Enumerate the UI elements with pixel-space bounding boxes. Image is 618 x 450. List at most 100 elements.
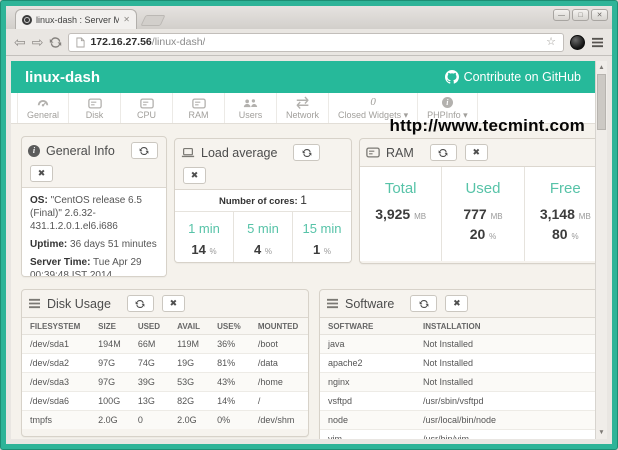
close-window-button[interactable]: ✕: [591, 9, 608, 21]
table-row: nginxNot Installed: [320, 373, 606, 392]
refresh-button[interactable]: [430, 144, 457, 161]
closed-widgets-count: 0: [370, 97, 376, 109]
maximize-button[interactable]: □: [572, 9, 589, 21]
close-icon[interactable]: ✖: [183, 167, 206, 184]
disk-usage-table: FILESYSTEMSIZE USEDAVAIL USE%MOUNTED /de…: [22, 318, 308, 429]
general-info-body: OS: "CentOS release 6.5 (Final)" 2.6.32-…: [22, 187, 166, 277]
scroll-down-arrow-icon[interactable]: ▼: [596, 427, 607, 438]
browser-menu-icon[interactable]: [591, 37, 604, 48]
table-row: /dev/sda1194M66M119M36%/boot: [22, 335, 308, 354]
laptop-icon: [181, 147, 195, 158]
nav-item-ram[interactable]: RAM: [173, 93, 225, 123]
widget-ram: RAM ✖ Total 3,925 MB Used: [359, 138, 607, 264]
cores-row: Number of cores: 1: [175, 190, 351, 212]
table-row: javaNot Installed: [320, 335, 606, 354]
widget-title: Software: [345, 297, 394, 311]
watermark-text: http://www.tecmint.com: [390, 116, 586, 136]
widget-header: RAM ✖: [360, 139, 606, 166]
nav-item-disk[interactable]: Disk: [69, 93, 121, 123]
nav-item-general[interactable]: General: [17, 93, 69, 123]
refresh-button[interactable]: [293, 144, 320, 161]
general-info-field: Uptime: 36 days 51 minutes: [30, 238, 158, 251]
disk-icon: [88, 97, 102, 109]
network-icon: ⇄: [296, 97, 309, 109]
disk-usage-body: FILESYSTEMSIZE USEDAVAIL USE%MOUNTED /de…: [22, 317, 308, 429]
list-icon: [28, 298, 41, 309]
info-circle-icon: i: [28, 145, 40, 157]
back-button[interactable]: ⇦: [14, 35, 26, 49]
nav-label: Disk: [86, 110, 104, 120]
github-label: Contribute on GitHub: [464, 70, 581, 84]
ram-icon: [192, 97, 206, 109]
bookmark-star-icon[interactable]: ☆: [546, 37, 556, 48]
users-icon: [243, 97, 258, 109]
widget-title: RAM: [386, 146, 414, 160]
ram-column-free: Free 3,148 MB 80 %: [524, 167, 606, 261]
browser-chrome: linux-dash : Server Mon ✕ — □ ✕ ⇦ ⇨ 172.…: [6, 6, 612, 444]
minimize-button[interactable]: —: [553, 9, 570, 21]
url-bar[interactable]: 172.16.27.56/linux-dash/ ☆: [68, 33, 564, 52]
reload-button[interactable]: [49, 36, 62, 49]
refresh-button[interactable]: [410, 295, 437, 312]
table-row: /dev/sda297G74G19G81%/data: [22, 354, 308, 373]
table-row: /dev/sda6100G13G82G14%/: [22, 392, 308, 411]
widget-title: General Info: [46, 144, 115, 158]
nav-label: RAM: [189, 110, 209, 120]
widget-load-average: Load average ✖ Number of cores: 1 1 min …: [174, 138, 352, 263]
cpu-icon: [140, 97, 154, 109]
tab-favicon-icon: [22, 15, 32, 25]
close-icon[interactable]: ✖: [30, 165, 53, 182]
new-tab-button[interactable]: [140, 15, 165, 26]
general-info-field: Server Time: Tue Apr 29 00:39:48 IST 201…: [30, 256, 158, 277]
table-row: /dev/sda397G39G53G43%/home: [22, 373, 308, 392]
table-row: node/usr/local/bin/node: [320, 411, 606, 430]
widget-header: Load average ✖: [175, 139, 351, 189]
load-column-5min: 5 min 4 % 0.04: [233, 212, 292, 263]
tab-close-icon[interactable]: ✕: [123, 15, 130, 24]
nav-item-cpu[interactable]: CPU: [121, 93, 173, 123]
forward-button[interactable]: ⇨: [32, 35, 44, 49]
dashboard-icon: [36, 97, 50, 109]
table-row: vsftpd/usr/sbin/vsftpd: [320, 392, 606, 411]
widget-software: Software ✖ SOFTWARE INSTALLATION: [319, 289, 607, 439]
nav-label: Network: [286, 110, 319, 120]
refresh-button[interactable]: [127, 295, 154, 312]
close-icon[interactable]: ✖: [445, 295, 468, 312]
page-content: linux-dash Contribute on GitHub General: [11, 61, 595, 439]
scrollbar-thumb[interactable]: [597, 74, 606, 130]
table-row: tmpfs2.0G02.0G0%/dev/shm: [22, 411, 308, 430]
ram-column-total: Total 3,925 MB: [360, 167, 441, 261]
widget-title: Load average: [201, 146, 277, 160]
page-scrollbar[interactable]: ▲ ▼: [595, 61, 607, 439]
nav-item-users[interactable]: Users: [225, 93, 277, 123]
general-info-field: OS: "CentOS release 6.5 (Final)" 2.6.32-…: [30, 194, 158, 233]
browser-tab[interactable]: linux-dash : Server Mon ✕: [15, 9, 137, 29]
table-row: apache2Not Installed: [320, 354, 606, 373]
page-viewport: linux-dash Contribute on GitHub General: [11, 61, 607, 439]
url-path: /linux-dash/: [152, 36, 206, 48]
github-link[interactable]: Contribute on GitHub: [445, 70, 581, 84]
ram-body: Total 3,925 MB Used 777 MB 20 % Free 3,1…: [360, 166, 606, 261]
profile-icon[interactable]: [570, 35, 585, 50]
refresh-button[interactable]: [131, 142, 158, 159]
nav-item-network[interactable]: ⇄ Network: [277, 93, 329, 123]
browser-titlebar: linux-dash : Server Mon ✕ — □ ✕: [6, 6, 612, 29]
widget-header: Software ✖: [320, 290, 606, 317]
load-column-15min: 15 min 1 % 0.01: [292, 212, 351, 263]
nav-label: General: [27, 110, 59, 120]
close-icon[interactable]: ✖: [162, 295, 185, 312]
window-controls: — □ ✕: [553, 9, 608, 21]
software-body: SOFTWARE INSTALLATION javaNot Installed …: [320, 317, 606, 439]
widget-disk-usage: Disk Usage ✖ FILESYSTEMSIZE USEDAVAIL US…: [21, 289, 309, 437]
widget-header: Disk Usage ✖: [22, 290, 308, 317]
load-average-body: Number of cores: 1 1 min 14 % 0.14 5 min…: [175, 189, 351, 263]
widget-general-info: i General Info ✖ OS: "CentOS release 6.5…: [21, 136, 167, 277]
github-icon: [445, 70, 459, 84]
app-title: linux-dash: [25, 69, 100, 86]
scroll-up-arrow-icon[interactable]: ▲: [596, 62, 607, 73]
list-icon: [326, 298, 339, 309]
widget-title: Disk Usage: [47, 297, 111, 311]
widget-header: i General Info ✖: [22, 137, 166, 187]
close-icon[interactable]: ✖: [465, 144, 488, 161]
info-icon: i: [442, 97, 453, 109]
